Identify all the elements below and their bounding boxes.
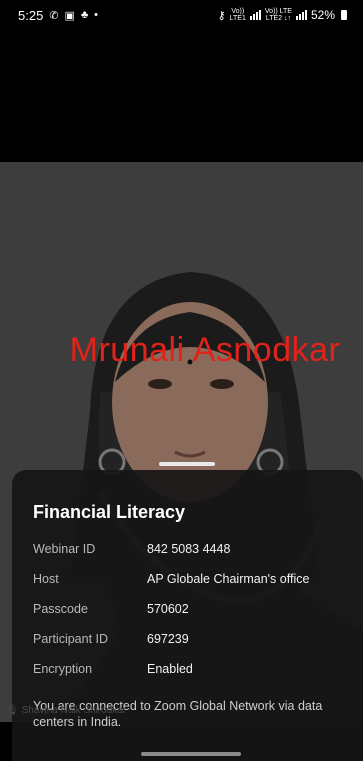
status-bar: 5:25 ✆ ▣ ♣ • ⚷ Vo)) LTE1 Vo)) LTE LTE2 ↓↑ … (0, 0, 363, 30)
battery-icon (341, 10, 347, 20)
right-eye (210, 379, 234, 389)
info-value: 842 5083 4448 (147, 542, 231, 556)
info-value: 570602 (147, 602, 189, 616)
info-label: Encryption (33, 662, 93, 676)
dot-icon: • (94, 9, 99, 21)
battery-percent: 52% (310, 8, 335, 22)
gallery-icon: ▣ (64, 9, 75, 22)
net1-bottom: LTE1 (229, 15, 246, 22)
net2-top: Vo)) LTE (264, 8, 292, 15)
speaker-name: Shavina Naik Shirodkar (21, 705, 127, 716)
notification-icon: ♣ (80, 9, 89, 21)
info-value: AP Globale Chairman's office (147, 572, 310, 586)
net1-top: Vo)) (231, 8, 245, 15)
info-label: Webinar ID (33, 542, 96, 556)
info-label: Participant ID (33, 632, 109, 646)
meeting-title: Financial Literacy (33, 502, 186, 522)
sheet-drag-handle[interactable] (159, 462, 215, 466)
network-sim1: Vo)) LTE1 (230, 8, 246, 22)
left-eye (148, 379, 172, 389)
info-value: Enabled (147, 662, 193, 676)
meeting-info-sheet: Financial Literacy Webinar ID 842 5083 4… (12, 470, 363, 761)
status-time: 5:25 (18, 7, 44, 23)
microphone-icon: 🎙 (6, 705, 19, 716)
whatsapp-icon: ✆ (49, 9, 59, 22)
signal-bars-icon (295, 10, 307, 20)
participant-name-label: Mrunali Asnodkar (69, 331, 341, 369)
signal-bars-icon (249, 10, 261, 20)
info-label: Host (33, 572, 59, 586)
status-right: ⚷ Vo)) LTE1 Vo)) LTE LTE2 ↓↑ 52% (218, 8, 347, 22)
status-left: 5:25 ✆ ▣ ♣ • (18, 8, 98, 23)
vpn-key-icon: ⚷ (217, 9, 226, 22)
info-value: 697239 (147, 632, 189, 646)
active-speaker-label: 🎙 Shavina Naik Shirodkar (6, 705, 126, 716)
network-sim2: Vo)) LTE LTE2 ↓↑ (265, 8, 292, 22)
net2-bottom: LTE2 ↓↑ (265, 15, 291, 22)
home-indicator[interactable] (141, 752, 241, 756)
info-label: Passcode (33, 602, 88, 616)
